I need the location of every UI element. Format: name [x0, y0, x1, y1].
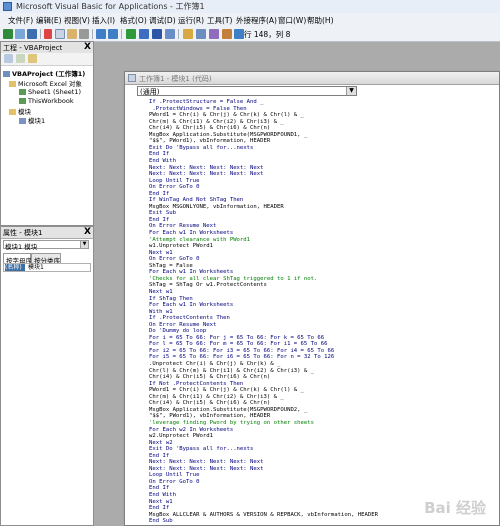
view-code-icon[interactable] — [4, 54, 13, 63]
menu-view[interactable]: 视图(V) — [64, 15, 90, 26]
help-icon[interactable] — [234, 29, 244, 39]
close-icon[interactable]: X — [84, 227, 91, 237]
design-mode-icon[interactable] — [165, 29, 175, 39]
standard-toolbar: 行 148，列 8 — [0, 27, 500, 42]
redo-icon[interactable] — [108, 29, 118, 39]
tree-item-sheet1[interactable]: Sheet1 (Sheet1) — [19, 88, 81, 96]
menu-edit[interactable]: 编辑(E) — [36, 15, 62, 26]
menu-tools[interactable]: 工具(T) — [207, 15, 232, 26]
toolbox-icon[interactable] — [222, 29, 232, 39]
menu-addins[interactable]: 外接程序(A) — [236, 15, 277, 26]
object-select[interactable]: 模块1 模块 ▼ — [3, 240, 89, 251]
copy-icon[interactable] — [55, 29, 65, 39]
chevron-down-icon[interactable]: ▼ — [80, 241, 88, 248]
tree-item-vbaproject[interactable]: VBAProject (工作簿1) — [3, 68, 85, 78]
toolbar-separator — [40, 29, 41, 39]
menu-help[interactable]: 帮助(H) — [307, 15, 334, 26]
insert-module-icon[interactable] — [15, 29, 25, 39]
tab-alphabetic[interactable]: 按字母序 — [3, 253, 32, 265]
code-window-titlebar: 工作簿1 - 模块1 (代码) — [125, 72, 499, 85]
toggle-folders-icon[interactable] — [28, 54, 37, 63]
project-icon — [3, 71, 10, 77]
project-explorer-icon[interactable] — [183, 29, 193, 39]
toolbar-separator — [178, 29, 179, 39]
project-explorer-pane: 工程 - VBAProject X VBAProject (工作簿1) Micr… — [0, 41, 94, 226]
procedure-select[interactable]: (通用) ▼ — [137, 86, 357, 96]
cursor-position: 行 148，列 8 — [244, 30, 291, 39]
project-pane-toolbar — [1, 53, 93, 66]
workbook-icon — [19, 98, 26, 104]
tab-categorized[interactable]: 按分类序 — [31, 253, 61, 265]
chevron-down-icon[interactable]: ▼ — [346, 87, 356, 95]
sheet-icon — [19, 89, 26, 95]
property-name: (名称) — [5, 264, 25, 271]
object-select-value: 模块1 模块 — [5, 243, 38, 251]
paste-icon[interactable] — [67, 29, 77, 39]
code-window: 工作簿1 - 模块1 (代码) (通用) ▼ If .ProtectStruct… — [124, 71, 500, 526]
project-pane-title: 工程 - VBAProject — [3, 44, 63, 52]
code-editor[interactable]: If .ProtectStructure = False And _ .Prot… — [137, 98, 495, 523]
excel-view-icon[interactable] — [3, 29, 13, 39]
menu-run[interactable]: 运行(R) — [178, 15, 204, 26]
code-window-title: 工作簿1 - 模块1 (代码) — [139, 75, 212, 83]
property-value: 模块1 — [28, 264, 44, 271]
procedure-select-value: (通用) — [140, 88, 160, 96]
folder-icon — [9, 81, 16, 87]
window-title: Microsoft Visual Basic for Applications … — [16, 2, 205, 11]
cut-icon[interactable] — [44, 29, 52, 39]
menu-insert[interactable]: 插入(I) — [92, 15, 115, 26]
undo-icon[interactable] — [96, 29, 106, 39]
menu-bar: 文件(F) 编辑(E) 视图(V) 插入(I) 格式(O) 调试(D) 运行(R… — [0, 13, 500, 28]
break-icon[interactable] — [139, 29, 149, 39]
close-icon[interactable]: X — [84, 42, 91, 52]
code-line[interactable]: End Sub — [149, 518, 173, 523]
tree-item-excel-objects[interactable]: Microsoft Excel 对象 — [9, 78, 82, 88]
module-icon — [128, 74, 136, 82]
reset-icon[interactable] — [152, 29, 162, 39]
toolbar-separator — [92, 29, 93, 39]
menu-file[interactable]: 文件(F) — [8, 15, 33, 26]
properties-pane-title: 属性 - 模块1 — [3, 229, 43, 237]
code-line[interactable]: MsgBox ALLCLEAR & AUTHORS & VERSION & RE… — [149, 512, 378, 519]
toolbar-separator — [121, 29, 122, 39]
vba-app-icon — [3, 2, 12, 11]
properties-pane: 属性 - 模块1 X 模块1 模块 ▼ 按字母序 按分类序 (名称) 模块1 — [0, 226, 94, 526]
title-bar: Microsoft Visual Basic for Applications … — [0, 0, 500, 14]
properties-pane-header: 属性 - 模块1 X — [1, 227, 93, 239]
menu-debug[interactable]: 调试(D) — [149, 15, 176, 26]
module-icon — [19, 118, 26, 124]
properties-icon[interactable] — [196, 29, 206, 39]
menu-window[interactable]: 窗口(W) — [278, 15, 306, 26]
folder-icon — [9, 109, 16, 115]
view-object-icon[interactable] — [16, 54, 25, 63]
find-icon[interactable] — [79, 29, 89, 39]
save-icon[interactable] — [27, 29, 37, 39]
menu-format[interactable]: 格式(O) — [120, 15, 147, 26]
run-icon[interactable] — [126, 29, 136, 39]
tree-item-module1[interactable]: 模块1 — [19, 115, 45, 125]
property-row[interactable]: (名称) 模块1 — [3, 263, 91, 272]
object-browser-icon[interactable] — [209, 29, 219, 39]
watermark-logo: Bai 经验 — [424, 499, 486, 517]
tree-item-thisworkbook[interactable]: ThisWorkbook — [19, 97, 74, 105]
